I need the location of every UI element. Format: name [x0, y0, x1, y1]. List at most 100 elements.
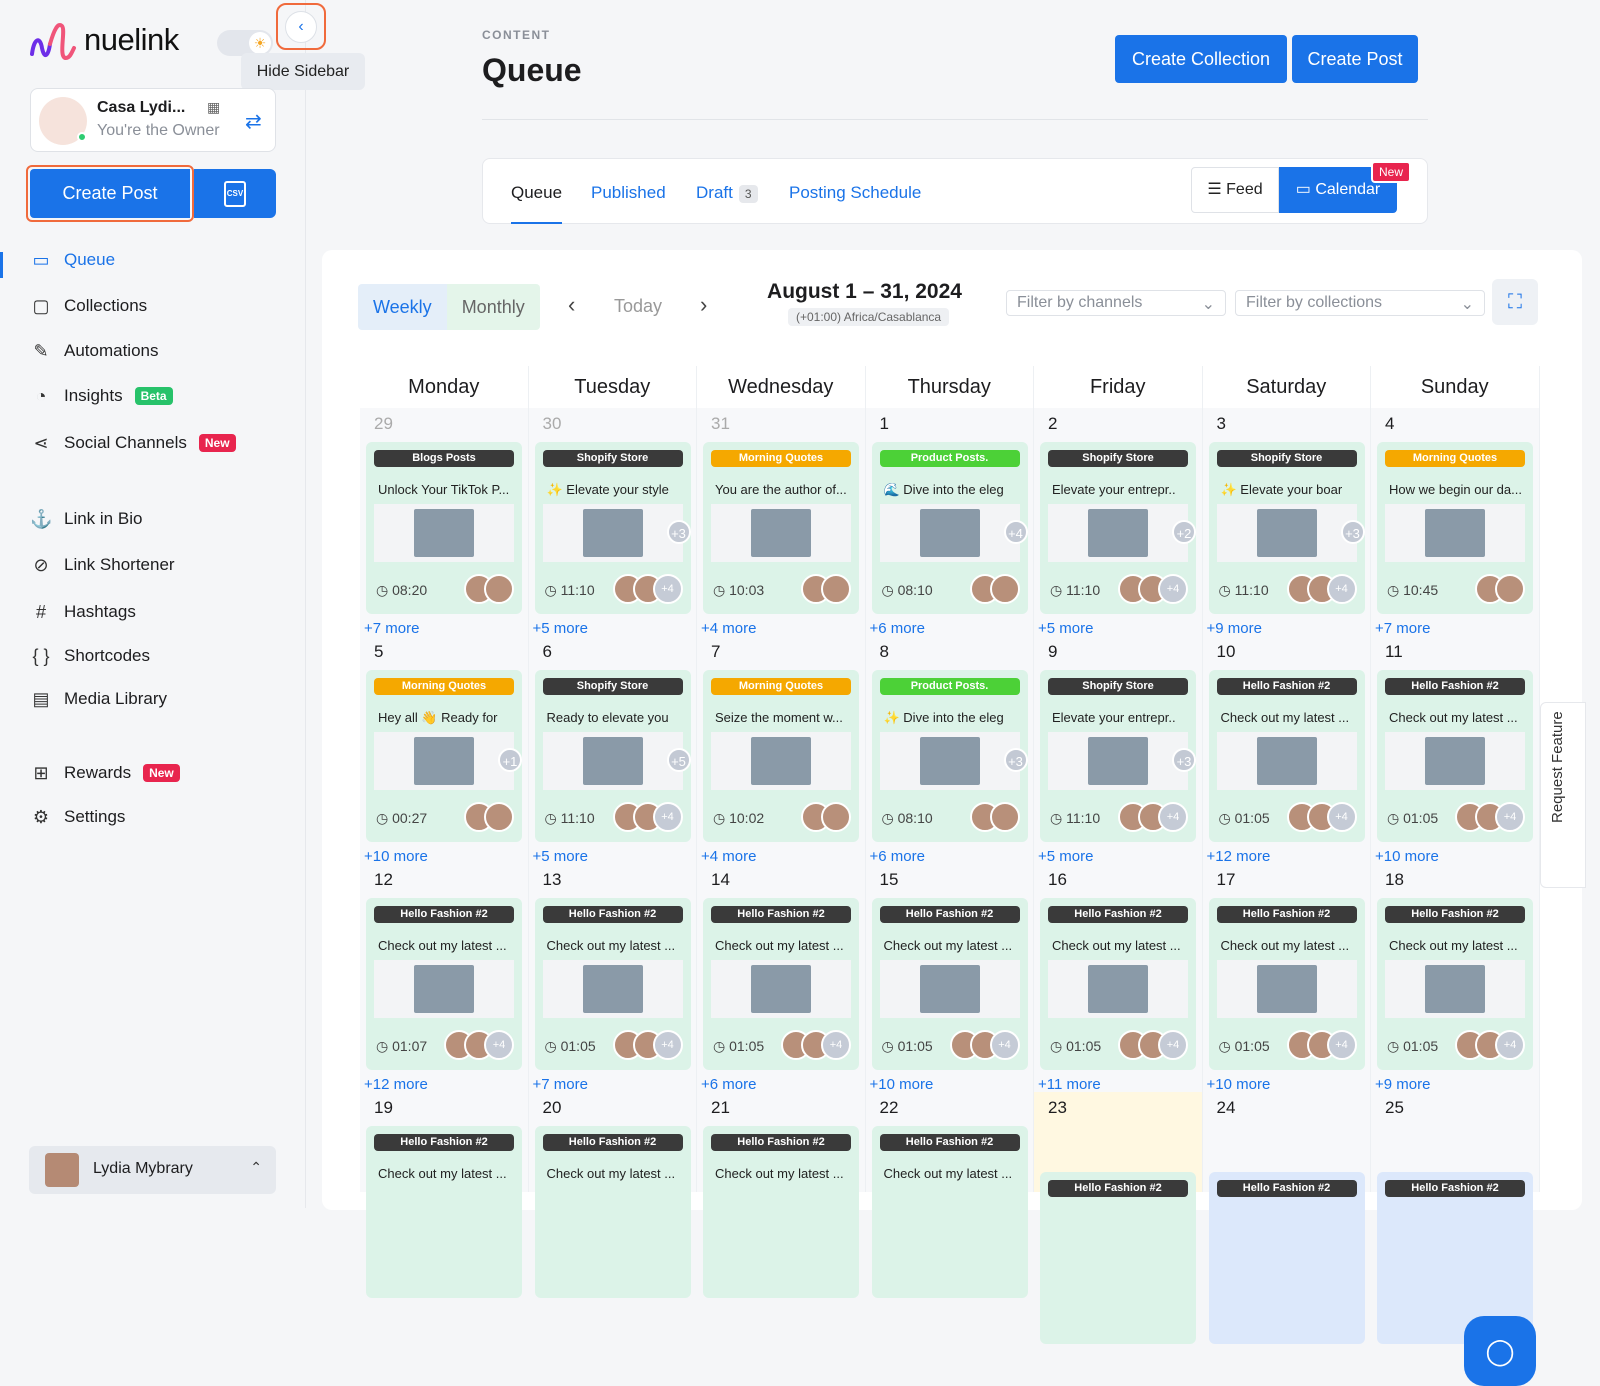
- day-cell[interactable]: 2 Shopify Store Elevate your entrepr.. +2 ◷ …: [1034, 408, 1203, 637]
- request-feature-tab[interactable]: Request Feature: [1540, 702, 1586, 888]
- feed-view-button[interactable]: ☰ Feed: [1191, 167, 1279, 213]
- day-cell[interactable]: 1 Product Posts. 🌊 Dive into the eleg +4 ◷ 0…: [865, 408, 1034, 637]
- more-link[interactable]: +10 more: [1375, 848, 1439, 865]
- post-card[interactable]: Hello Fashion #2 Check out my latest ... ◷…: [1208, 670, 1365, 842]
- sidebar-item-rewards[interactable]: ⊞ Rewards New: [30, 759, 180, 787]
- more-link[interactable]: +10 more: [870, 1076, 934, 1093]
- sidebar-item-media-library[interactable]: ▤ Media Library: [30, 685, 167, 713]
- sidebar-item-link-shortener[interactable]: ⊘ Link Shortener: [30, 551, 174, 579]
- switch-icon[interactable]: ⇄: [245, 109, 262, 134]
- post-card[interactable]: Shopify Store Elevate your entrepr.. +2 ◷ 1…: [1040, 442, 1196, 614]
- post-card[interactable]: Hello Fashion #2 Check out my latest ... ◷…: [1377, 898, 1533, 1070]
- day-cell[interactable]: 6 Shopify Store Ready to elevate you +5 ◷ 11…: [528, 636, 697, 865]
- post-card[interactable]: Hello Fashion #2: [1208, 1172, 1365, 1344]
- tab-draft[interactable]: Draft 3: [696, 183, 758, 203]
- more-link[interactable]: +5 more: [533, 620, 588, 637]
- post-card[interactable]: Shopify Store Elevate your entrepr.. +3 ◷ 1…: [1040, 670, 1196, 842]
- more-link[interactable]: +12 more: [1207, 848, 1271, 865]
- day-cell[interactable]: 9 Shopify Store Elevate your entrepr.. +3 ◷ …: [1034, 636, 1203, 865]
- brand-logo[interactable]: nuelink: [28, 18, 179, 62]
- post-card[interactable]: Morning Quotes How we begin our da... ◷ 10…: [1377, 442, 1533, 614]
- more-link[interactable]: +6 more: [701, 1076, 756, 1093]
- more-link[interactable]: +10 more: [364, 848, 428, 865]
- post-card[interactable]: Product Posts. 🌊 Dive into the eleg +4 ◷ 08…: [871, 442, 1028, 614]
- more-link[interactable]: +6 more: [870, 620, 925, 637]
- day-cell[interactable]: 14 Hello Fashion #2 Check out my latest ..…: [697, 864, 866, 1093]
- post-card[interactable]: Product Posts. ✨ Dive into the eleg +3 ◷ 08…: [871, 670, 1028, 842]
- day-cell[interactable]: 16 Hello Fashion #2 Check out my latest ..…: [1034, 864, 1203, 1093]
- post-card[interactable]: Hello Fashion #2 Check out my latest ... ◷…: [1040, 898, 1196, 1070]
- tab-published[interactable]: Published: [591, 183, 666, 203]
- post-card[interactable]: Hello Fashion #2 Check out my latest ... ◷…: [534, 898, 691, 1070]
- user-menu[interactable]: Lydia Mybrary ⌃: [29, 1146, 276, 1194]
- post-card[interactable]: Blogs Posts Unlock Your TikTok P... ◷ 08:2…: [366, 442, 522, 614]
- tab-posting-schedule[interactable]: Posting Schedule: [789, 183, 921, 203]
- more-link[interactable]: +5 more: [1038, 848, 1093, 865]
- more-link[interactable]: +12 more: [364, 1076, 428, 1093]
- post-card[interactable]: Hello Fashion #2 Check out my latest ... ◷…: [366, 898, 522, 1070]
- sidebar-item-insights[interactable]: ◔ Insights Beta: [30, 382, 173, 410]
- weekly-toggle[interactable]: Weekly: [358, 284, 447, 330]
- post-card[interactable]: Hello Fashion #2 Check out my latest ...: [703, 1126, 859, 1298]
- more-link[interactable]: +6 more: [870, 848, 925, 865]
- post-card[interactable]: Hello Fashion #2 Check out my latest ... ◷…: [1377, 670, 1533, 842]
- day-cell[interactable]: 24 Hello Fashion #2: [1202, 1092, 1371, 1344]
- sidebar-item-hashtags[interactable]: # Hashtags: [30, 598, 136, 626]
- sidebar-item-shortcodes[interactable]: { } Shortcodes: [30, 642, 150, 670]
- day-cell[interactable]: 18 Hello Fashion #2 Check out my latest ..…: [1371, 864, 1540, 1093]
- day-cell[interactable]: 31 Morning Quotes You are the author of...…: [697, 408, 866, 637]
- sidebar-item-queue[interactable]: ▭ Queue: [30, 246, 115, 274]
- day-cell[interactable]: 22 Hello Fashion #2 Check out my latest ..…: [865, 1092, 1034, 1298]
- day-cell[interactable]: 23 Hello Fashion #2: [1034, 1092, 1203, 1344]
- more-link[interactable]: +9 more: [1207, 620, 1262, 637]
- tab-queue[interactable]: Queue: [511, 183, 563, 224]
- day-cell[interactable]: 17 Hello Fashion #2 Check out my latest ..…: [1202, 864, 1371, 1093]
- fullscreen-icon[interactable]: ⛶: [1492, 279, 1538, 325]
- more-link[interactable]: +7 more: [364, 620, 419, 637]
- create-collection-button[interactable]: Create Collection: [1115, 35, 1287, 83]
- post-card[interactable]: Morning Quotes You are the author of... ◷ …: [703, 442, 859, 614]
- monthly-toggle[interactable]: Monthly: [446, 284, 540, 330]
- day-cell[interactable]: 15 Hello Fashion #2 Check out my latest ..…: [865, 864, 1034, 1093]
- post-card[interactable]: Hello Fashion #2 Check out my latest ...: [871, 1126, 1028, 1298]
- day-cell[interactable]: 25 Hello Fashion #2: [1371, 1092, 1540, 1344]
- sidebar-item-automations[interactable]: ✎ Automations: [30, 337, 158, 365]
- more-link[interactable]: +9 more: [1375, 1076, 1430, 1093]
- account-switcher[interactable]: Casa Lydi... You're the Owner ▦ ⇄: [30, 88, 276, 152]
- post-card[interactable]: Hello Fashion #2 Check out my latest ... ◷…: [1208, 898, 1365, 1070]
- filter-collections-select[interactable]: Filter by collections ⌄: [1235, 290, 1485, 316]
- more-link[interactable]: +4 more: [701, 848, 756, 865]
- more-link[interactable]: +7 more: [533, 1076, 588, 1093]
- more-link[interactable]: +7 more: [1375, 620, 1430, 637]
- more-link[interactable]: +5 more: [1038, 620, 1093, 637]
- day-cell[interactable]: 7 Morning Quotes Seize the moment w... ◷ 10…: [697, 636, 866, 865]
- post-card[interactable]: Hello Fashion #2 Check out my latest ...: [366, 1126, 522, 1298]
- post-card[interactable]: Hello Fashion #2: [1040, 1172, 1196, 1344]
- day-cell[interactable]: 8 Product Posts. ✨ Dive into the eleg +3 ◷ 0…: [865, 636, 1034, 865]
- chat-icon[interactable]: ◯: [1464, 1316, 1536, 1386]
- post-card[interactable]: Shopify Store ✨ Elevate your boar +3 ◷ 11:1…: [1208, 442, 1365, 614]
- day-cell[interactable]: 10 Hello Fashion #2 Check out my latest ..…: [1202, 636, 1371, 865]
- sidebar-item-settings[interactable]: ⚙ Settings: [30, 803, 126, 831]
- today-button[interactable]: Today: [614, 296, 662, 317]
- post-card[interactable]: Hello Fashion #2 Check out my latest ... ◷…: [703, 898, 859, 1070]
- day-cell[interactable]: 20 Hello Fashion #2 Check out my latest ..…: [528, 1092, 697, 1298]
- post-card[interactable]: Morning Quotes Hey all 👋 Ready for +1 ◷ 00:…: [366, 670, 522, 842]
- create-post-header-button[interactable]: Create Post: [1292, 35, 1418, 83]
- more-link[interactable]: +5 more: [533, 848, 588, 865]
- sidebar-item-social-channels[interactable]: ⋖ Social Channels New: [30, 429, 236, 457]
- more-link[interactable]: +11 more: [1038, 1076, 1101, 1093]
- create-post-button[interactable]: Create Post: [30, 169, 190, 218]
- post-card[interactable]: Shopify Store Ready to elevate you +5 ◷ 11:…: [534, 670, 691, 842]
- day-cell[interactable]: 3 Shopify Store ✨ Elevate your boar +3 ◷ 11:…: [1202, 408, 1371, 637]
- post-card[interactable]: Shopify Store ✨ Elevate your style +3 ◷ 11:…: [534, 442, 691, 614]
- day-cell[interactable]: 29 Blogs Posts Unlock Your TikTok P... ◷ 08…: [360, 408, 529, 637]
- day-cell[interactable]: 12 Hello Fashion #2 Check out my latest ..…: [360, 864, 529, 1093]
- day-cell[interactable]: 30 Shopify Store ✨ Elevate your style +3 ◷ 1…: [528, 408, 697, 637]
- day-cell[interactable]: 11 Hello Fashion #2 Check out my latest ..…: [1371, 636, 1540, 865]
- day-cell[interactable]: 13 Hello Fashion #2 Check out my latest ..…: [528, 864, 697, 1093]
- sidebar-item-link-in-bio[interactable]: ⚓ Link in Bio: [30, 505, 142, 533]
- next-icon[interactable]: ›: [700, 292, 707, 318]
- day-cell[interactable]: 4 Morning Quotes How we begin our da... ◷ 1…: [1371, 408, 1540, 637]
- more-link[interactable]: +4 more: [701, 620, 756, 637]
